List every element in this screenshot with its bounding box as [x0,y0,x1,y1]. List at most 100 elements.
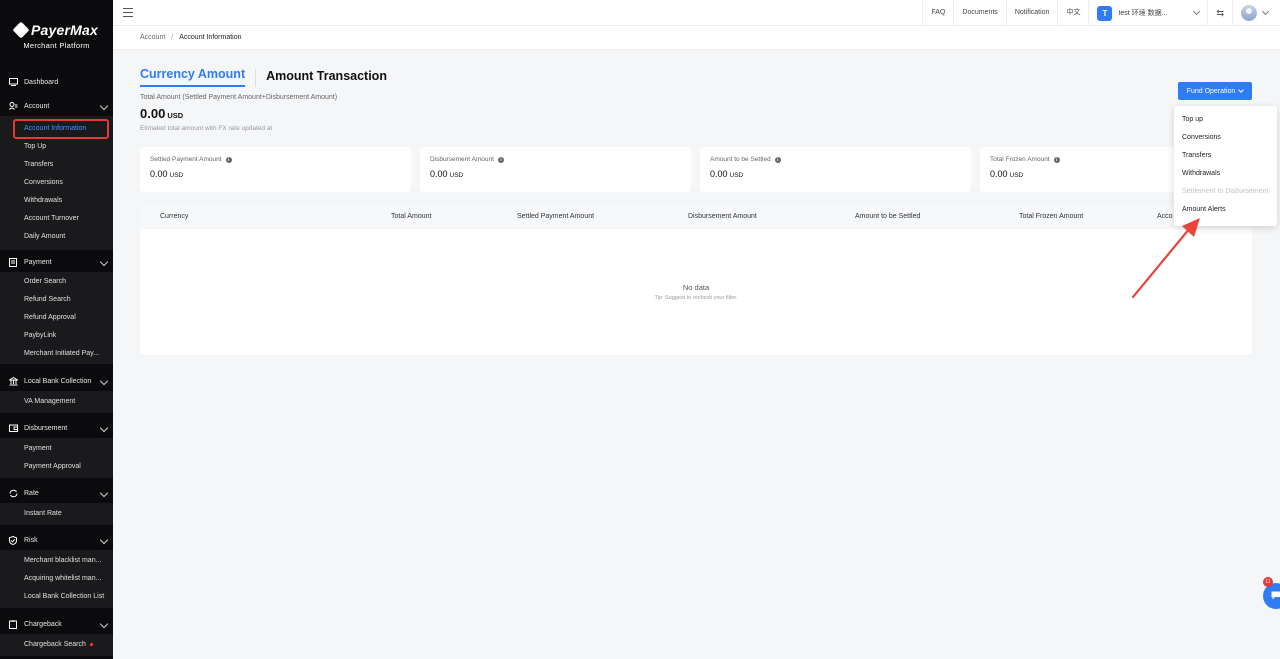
menu-item-transfers[interactable]: Transfers [1174,147,1277,165]
sidebar-item-va-management[interactable]: VA Management [0,393,113,411]
fund-operation-button[interactable]: Fund Operation [1178,82,1252,100]
wallet-icon [8,423,18,433]
merchant-selector[interactable]: T test 环境 数据... [1088,0,1207,26]
chevron-down-icon [99,101,109,111]
sidebar-item-local-bank-collection-list[interactable]: Local Bank Collection List [0,588,113,606]
chevron-down-icon [99,257,109,267]
card-unit: USD [169,172,184,179]
sidebar-item-refund-search[interactable]: Refund Search [0,291,113,309]
info-icon[interactable]: i [1053,156,1060,163]
card-disbursement: Disbursement Amount i 0.00 USD [420,147,691,192]
chevron-down-icon [1193,7,1201,16]
highlight-annotation [13,119,109,139]
card-value: 0.00 [990,169,1008,179]
info-icon[interactable]: i [225,156,232,163]
brand-name: PayerMax [31,22,98,38]
chevron-down-icon [1238,87,1245,93]
sidebar-item-daily-amount[interactable]: Daily Amount [0,228,113,246]
sidebar-item-acquiring-whitelist[interactable]: Acquiring whitelist man... [0,570,113,588]
sidebar-item-transfers[interactable]: Transfers [0,156,113,174]
documents-link[interactable]: Documents [953,0,1005,26]
sidebar-item-account-turnover[interactable]: Account Turnover [0,210,113,228]
monitor-icon [8,77,18,87]
nav-dashboard[interactable]: Dashboard [0,72,113,92]
faq-link[interactable]: FAQ [922,0,953,26]
menu-item-conversions[interactable]: Conversions [1174,129,1277,147]
empty-state: No data Tip: Suggest to recheck your fil… [140,229,1252,301]
card-label-row: Settled Payment Amount i [150,156,401,163]
info-icon[interactable]: i [774,156,781,163]
tab-amount-transaction[interactable]: Amount Transaction [255,69,387,87]
sidebar-label: Payment [24,258,52,266]
sidebar-item-order-search[interactable]: Order Search [0,273,113,291]
sidebar-item-rate[interactable]: Rate [0,483,113,503]
sidebar-item-merchant-initiated[interactable]: Merchant Initiated Pay... [0,345,113,363]
sidebar: PayerMax Merchant Platform Dashboard Acc… [0,0,113,659]
card-settled-payment: Settled Payment Amount i 0.00 USD [140,147,411,192]
sidebar-item-risk[interactable]: Risk [0,530,113,550]
nav-rate: Rate Instant Rate [0,483,113,525]
menu-toggle-icon[interactable] [123,8,133,17]
swap-icon[interactable]: ⇆ [1207,0,1232,26]
card-value: 0.00 [150,169,168,179]
brand-logo[interactable]: PayerMax Merchant Platform [0,0,113,62]
menu-item-withdrawals[interactable]: Withdrawals [1174,165,1277,183]
sidebar-item-payment-approval[interactable]: Payment Approval [0,458,113,476]
document-icon [8,257,18,267]
sidebar-item-instant-rate[interactable]: Instant Rate [0,505,113,523]
card-to-be-settled: Amount to be Settled i 0.00 USD [700,147,971,192]
sidebar-item-local-bank-collection[interactable]: Local Bank Collection [0,371,113,391]
card-label: Total Frozen Amount [990,156,1050,163]
breadcrumb: Account / Account Information [113,26,1280,50]
clipboard-icon [8,619,18,629]
account-icon [8,101,18,111]
chargeback-submenu: Chargeback Search [0,634,113,656]
currency-table: Currency Total Amount Settled Payment Am… [140,205,1252,355]
fund-button-label: Fund Operation [1186,87,1236,95]
column-header: Currency [160,213,189,220]
merchant-avatar: T [1097,5,1113,21]
user-avatar [1241,5,1257,21]
sidebar-item-dashboard[interactable]: Dashboard [0,72,113,92]
card-label: Settled Payment Amount [150,156,222,163]
logo-gem-icon [12,21,30,39]
merchant-name: test 环境 数据... [1118,10,1168,17]
column-header: Disbursement Amount [688,213,757,220]
sidebar-item-disbursement[interactable]: Disbursement [0,418,113,438]
nav-disbursement: Disbursement Payment Payment Approval [0,418,113,478]
user-menu[interactable] [1232,0,1280,26]
tab-currency-amount[interactable]: Currency Amount [140,67,246,87]
sidebar-item-conversions[interactable]: Conversions [0,174,113,192]
sidebar-label: Account [24,102,50,110]
sidebar-item-disbursement-payment[interactable]: Payment [0,440,113,458]
card-unit: USD [449,172,464,179]
summary-cards: Settled Payment Amount i 0.00 USD Disburse… [140,147,1251,192]
logo-mark: PayerMax [12,21,98,39]
info-icon[interactable]: i [497,156,504,163]
sidebar-item-chargeback[interactable]: Chargeback [0,614,113,634]
nav-chargeback: Chargeback Chargeback Search [0,614,113,656]
fund-operation-dropdown: Top up Conversions Transfers Withdrawals… [1174,106,1277,226]
card-value-row: 0.00 USD [430,169,681,179]
notification-link[interactable]: Notification [1005,0,1058,26]
sidebar-item-top-up[interactable]: Top Up [0,138,113,156]
menu-item-top-up[interactable]: Top up [1174,111,1277,129]
total-amount-label: Total Amount (Settled Payment Amount+Dis… [140,94,338,101]
sidebar-item-paybylink[interactable]: PaybyLink [0,327,113,345]
breadcrumb-parent[interactable]: Account [140,34,165,41]
column-header: Settled Payment Amount [517,213,595,220]
sidebar-item-payment[interactable]: Payment [0,252,113,272]
sidebar-item-chargeback-search[interactable]: Chargeback Search [0,636,113,654]
sidebar-item-merchant-blacklist[interactable]: Merchant blacklist man... [0,552,113,570]
language-switch[interactable]: 中文 [1057,0,1088,26]
card-value: 0.00 [430,169,448,179]
total-amount-value: 0.00 USD [140,106,183,121]
sidebar-item-withdrawals[interactable]: Withdrawals [0,192,113,210]
risk-submenu: Merchant blacklist man... Acquiring whit… [0,550,113,608]
sidebar-label: Local Bank Collection [24,377,92,385]
sidebar-item-account[interactable]: Account [0,96,113,116]
card-value: 0.00 [710,169,728,179]
card-value-row: 0.00 USD [150,169,401,179]
sidebar-item-refund-approval[interactable]: Refund Approval [0,309,113,327]
rate-submenu: Instant Rate [0,503,113,525]
